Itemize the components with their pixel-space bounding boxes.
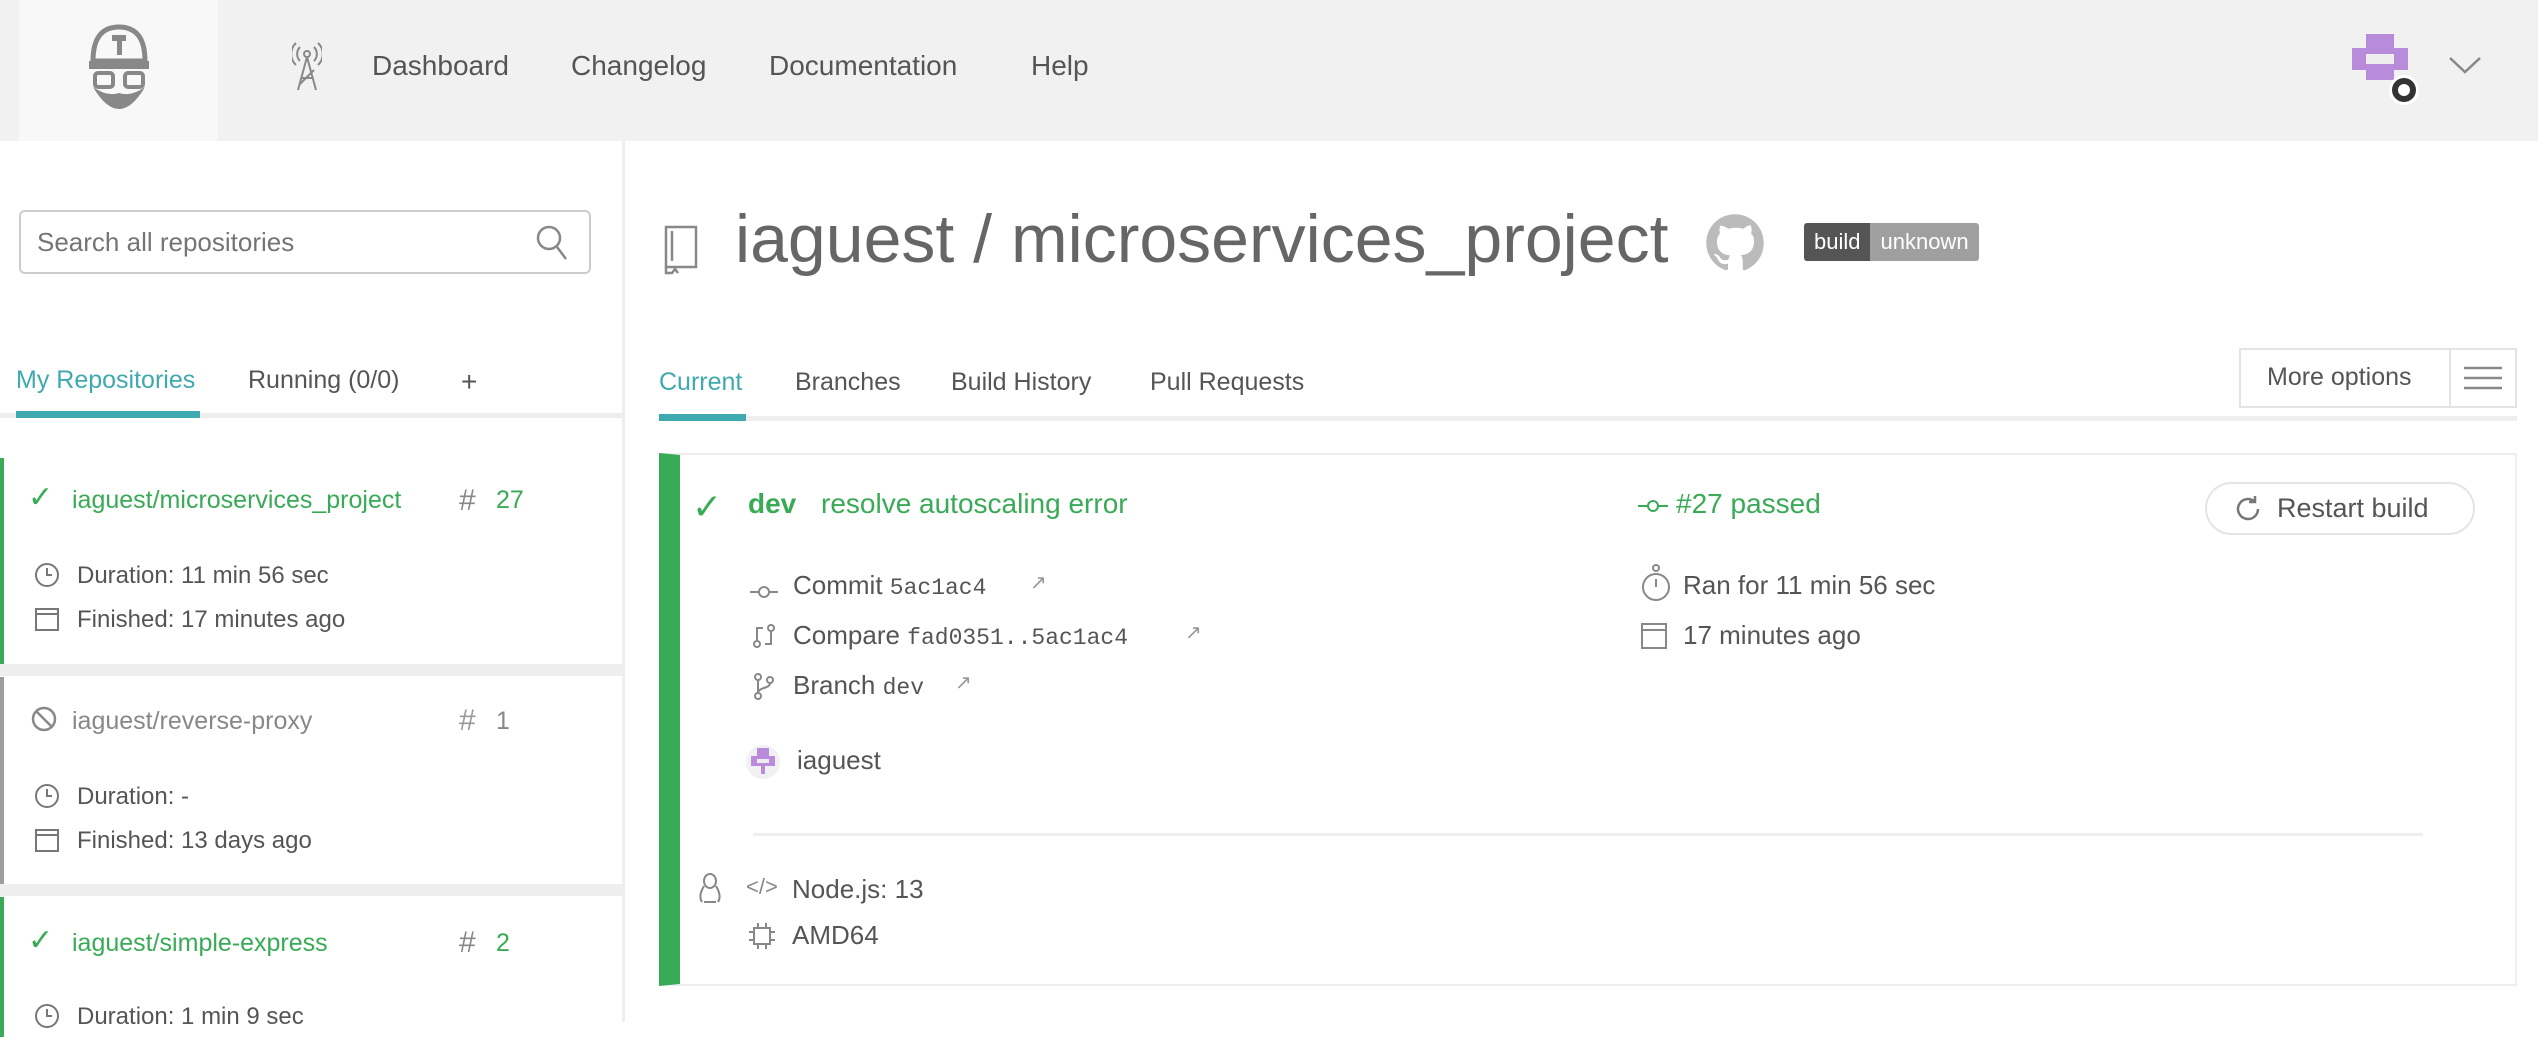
restart-build-label: Restart build [2277, 493, 2429, 523]
external-link-icon[interactable]: ↗ [955, 670, 972, 695]
finished-time: 17 minutes ago [1683, 620, 1861, 650]
duration: Duration: - [77, 783, 190, 810]
repo-name[interactable]: iaguest/reverse-proxy [72, 707, 312, 736]
tab-pull-requests[interactable]: Pull Requests [1150, 368, 1304, 397]
compare-label: Compare [793, 620, 900, 650]
cpu-icon [749, 923, 775, 949]
hash-icon: # [459, 704, 476, 737]
compare-row[interactable]: Compare fad0351..5ac1ac4 [793, 620, 1128, 651]
build-status[interactable]: #27 passed [1676, 488, 1821, 520]
commit-icon [1638, 500, 1668, 512]
calendar-icon [35, 608, 59, 631]
nav-dashboard[interactable]: Dashboard [372, 50, 509, 82]
branch-icon [754, 673, 774, 700]
divider [753, 833, 2423, 836]
card-separator [0, 664, 622, 676]
check-icon: ✓ [692, 486, 723, 527]
calendar-icon [1641, 623, 1667, 649]
calendar-icon [35, 829, 59, 852]
branch-row[interactable]: Branch dev [793, 670, 924, 701]
architecture: AMD64 [792, 920, 879, 950]
github-icon[interactable] [1705, 213, 1765, 273]
broadcast-icon[interactable] [290, 40, 324, 97]
compare-range[interactable]: fad0351..5ac1ac4 [907, 625, 1128, 651]
hash-icon: # [459, 484, 476, 517]
commit-sha[interactable]: 5ac1ac4 [890, 575, 987, 601]
tab-divider [659, 416, 2517, 421]
restart-build-button[interactable]: Restart build [2205, 482, 2475, 535]
duration: Duration: 11 min 56 sec [77, 562, 329, 589]
linux-icon [699, 873, 721, 903]
restart-icon [2236, 495, 2260, 520]
search-icon[interactable] [535, 224, 569, 267]
branch-label: Branch [793, 670, 876, 700]
travis-logo[interactable] [19, 0, 218, 141]
commit-label: Commit [793, 570, 883, 600]
canceled-icon [31, 706, 57, 732]
nav-help[interactable]: Help [1031, 50, 1089, 82]
repo-card[interactable]: ✓ iaguest/microservices_project # 27 Dur… [0, 458, 622, 664]
nav-changelog[interactable]: Changelog [571, 50, 706, 82]
author-name[interactable]: iaguest [797, 745, 881, 776]
external-link-icon[interactable]: ↗ [1185, 620, 1202, 645]
badge-value: unknown [1870, 223, 1979, 261]
clock-icon [35, 1004, 59, 1028]
clock-icon [35, 784, 59, 808]
active-tab-indicator [16, 411, 200, 418]
build-number[interactable]: 1 [496, 707, 510, 736]
commit-row[interactable]: Commit 5ac1ac4 [793, 570, 986, 601]
tab-branches[interactable]: Branches [795, 368, 901, 397]
more-options-label: More options [2267, 363, 2412, 391]
search-input[interactable] [19, 210, 591, 274]
finished: Finished: 17 minutes ago [77, 606, 346, 633]
repo-card[interactable]: iaguest/reverse-proxy # 1 Duration: - Fi… [0, 677, 622, 884]
badge-label: build [1804, 223, 1871, 261]
build-branch[interactable]: dev [748, 488, 796, 520]
repo-card[interactable]: ✓ iaguest/simple-express # 2 Duration: 1… [0, 897, 622, 1037]
nav-documentation[interactable]: Documentation [769, 50, 957, 82]
add-repository-button[interactable]: + [461, 366, 477, 398]
stopwatch-icon [1642, 564, 1670, 601]
tab-build-history[interactable]: Build History [951, 368, 1091, 397]
build-message[interactable]: resolve autoscaling error [821, 488, 1128, 520]
compare-icon [753, 624, 775, 648]
chevron-down-icon[interactable] [2448, 56, 2482, 81]
hash-icon: # [459, 926, 476, 959]
card-separator [0, 884, 622, 896]
commit-icon [750, 586, 778, 598]
repo-book-icon [664, 225, 698, 275]
tab-my-repositories[interactable]: My Repositories [16, 366, 195, 395]
ran-for: Ran for 11 min 56 sec [1683, 570, 1936, 600]
language: Node.js: 13 [792, 874, 924, 904]
check-icon: ✓ [28, 924, 54, 957]
tab-running[interactable]: Running (0/0) [248, 366, 399, 395]
finished: Finished: 13 days ago [77, 827, 312, 854]
check-icon: ✓ [28, 481, 54, 514]
repo-name[interactable]: iaguest/microservices_project [72, 486, 432, 515]
user-avatar[interactable] [2352, 34, 2422, 111]
tab-current[interactable]: Current [659, 368, 742, 397]
repo-name[interactable]: iaguest/simple-express [72, 929, 328, 958]
external-link-icon[interactable]: ↗ [1030, 570, 1047, 595]
page-title: iaguest / microservices_project [735, 201, 1669, 277]
build-number[interactable]: 27 [496, 486, 524, 515]
branch-name[interactable]: dev [883, 675, 924, 701]
active-tab-indicator [659, 414, 746, 421]
build-number[interactable]: 2 [496, 929, 510, 958]
duration: Duration: 1 min 9 sec [77, 1003, 304, 1030]
author-avatar [746, 745, 780, 779]
build-status-badge[interactable]: build unknown [1804, 223, 1979, 261]
code-icon: </> [746, 874, 778, 899]
top-nav: Dashboard Changelog Documentation Help [0, 0, 2538, 141]
hamburger-icon [2449, 350, 2515, 406]
more-options-button[interactable]: More options [2239, 348, 2517, 408]
clock-icon [35, 563, 59, 587]
